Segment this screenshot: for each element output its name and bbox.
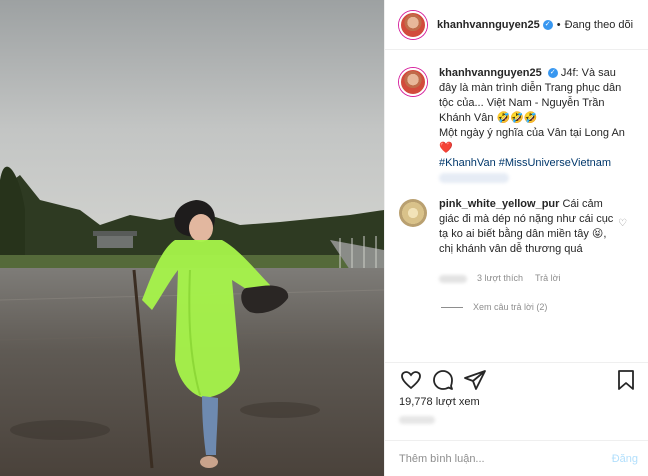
action-bar bbox=[385, 362, 648, 397]
comment-meta: 3 lượt thích Trả lời bbox=[439, 271, 619, 286]
save-bookmark-icon[interactable] bbox=[614, 368, 638, 392]
author-avatar[interactable] bbox=[399, 10, 427, 39]
replies-divider bbox=[441, 306, 463, 308]
view-count[interactable]: 19,778 lượt xem bbox=[399, 396, 480, 408]
following-button[interactable]: Đang theo dõi bbox=[565, 19, 634, 31]
comment-item: pink_white_yellow_pur Cái cảm giác đi mà… bbox=[385, 183, 648, 286]
view-replies-label[interactable]: Xem câu trả lời (2) bbox=[473, 302, 547, 312]
add-comment-input[interactable]: Thêm bình luận... bbox=[399, 453, 485, 465]
caption-username[interactable]: khanhvannguyen25 bbox=[439, 67, 542, 79]
author-username[interactable]: khanhvannguyen25 bbox=[437, 19, 540, 31]
comment-reply-button[interactable]: Trả lời bbox=[535, 271, 561, 286]
caption-text-2: Một ngày ý nghĩa của Vân tại Long An ❤️ bbox=[439, 127, 625, 154]
post-video[interactable] bbox=[0, 0, 384, 476]
add-comment-bar: Thêm bình luận... Đăng bbox=[385, 440, 648, 476]
caption-hashtags[interactable]: #KhanhVan #MissUniverseVietnam bbox=[439, 157, 611, 169]
post-header: khanhvannguyen25 ✓ • Đang theo dõi bbox=[385, 0, 648, 50]
header-separator: • bbox=[556, 18, 561, 31]
caption-body: khanhvannguyen25 ✓ J4f: Và sau đây là mà… bbox=[439, 66, 636, 183]
comment-time-blurred bbox=[439, 274, 467, 283]
comment-body: pink_white_yellow_pur Cái cảm giác đi mà… bbox=[439, 197, 619, 286]
caption-timestamp-blurred bbox=[439, 173, 509, 183]
comment-bubble-icon[interactable] bbox=[431, 368, 455, 392]
view-replies[interactable]: Xem câu trả lời (2) bbox=[441, 302, 648, 312]
comment-like-heart-icon[interactable]: ♡ bbox=[618, 219, 628, 229]
caption-avatar[interactable] bbox=[399, 68, 427, 96]
commenter-avatar[interactable] bbox=[399, 199, 427, 227]
commenter-username[interactable]: pink_white_yellow_pur bbox=[439, 198, 559, 210]
post-time-blurred bbox=[399, 416, 435, 424]
comments-list[interactable]: khanhvannguyen25 ✓ J4f: Và sau đây là mà… bbox=[385, 50, 648, 362]
video-frame bbox=[0, 0, 384, 476]
share-send-icon[interactable] bbox=[463, 368, 487, 392]
post-sidebar: khanhvannguyen25 ✓ • Đang theo dõi khanh… bbox=[384, 0, 648, 476]
caption-verified-badge-icon: ✓ bbox=[547, 68, 558, 79]
like-heart-icon[interactable] bbox=[399, 368, 423, 392]
post-comment-button[interactable]: Đăng bbox=[612, 453, 638, 465]
comment-likes[interactable]: 3 lượt thích bbox=[477, 271, 523, 286]
caption: khanhvannguyen25 ✓ J4f: Và sau đây là mà… bbox=[385, 50, 648, 183]
verified-badge-icon: ✓ bbox=[542, 19, 553, 30]
